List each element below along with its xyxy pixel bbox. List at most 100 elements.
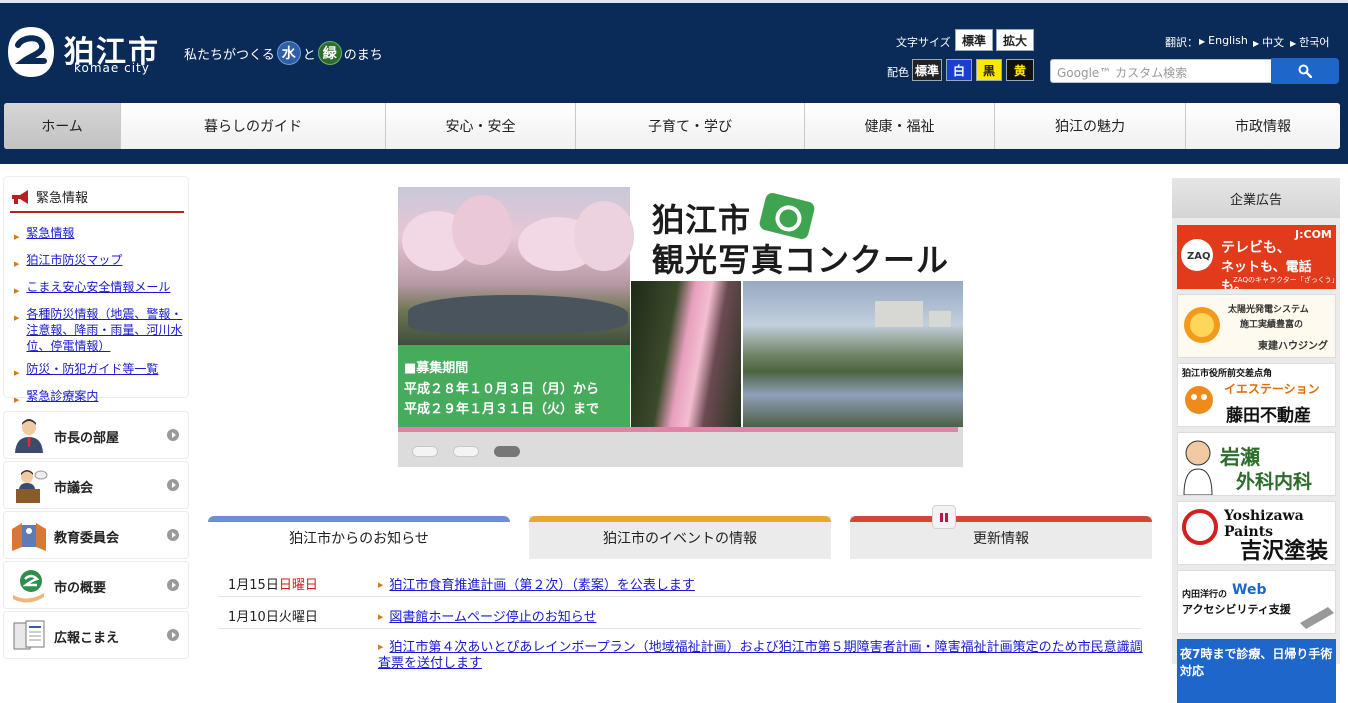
zaq-mascot-icon: ZAQ <box>1181 239 1213 271</box>
emergency-divider <box>10 211 184 213</box>
tab-color-strip <box>208 516 510 522</box>
application-period-panel: ■募集期間 平成２８年１０月３日（月）から 平成２９年１月３１日（火）まで <box>398 345 630 427</box>
table-row: 1月15日日曜日 ▶ 狛江市食育推進計画（第２次）（素案）を公表します <box>218 567 1141 597</box>
newsletter-icon <box>13 620 45 650</box>
arrow-circle-icon <box>167 629 179 641</box>
disaster-map-link[interactable]: 狛江市防災マップ <box>26 252 122 272</box>
table-row: ▶ 狛江市第４次あいとぴあレインボープラン（地域福祉計画）および狛江市第５期障害者… <box>218 631 1143 671</box>
tab-city-notices[interactable]: 狛江市からのお知らせ <box>208 516 510 559</box>
slide-banner-photo-contest[interactable]: ■募集期間 平成２８年１０月３日（月）から 平成２９年１月３１日（火）まで 狛江… <box>398 187 963 427</box>
triangle-right-icon: ▶ <box>1199 37 1206 46</box>
news-link[interactable]: 図書館ホームページ停止のお知らせ <box>389 610 596 625</box>
arrow-right-icon: ▶ <box>378 581 384 589</box>
side-menu-mayor[interactable]: 市長の部屋 <box>4 412 188 458</box>
site-header: 狛江市 komae city 私たちがつくる 水 と 緑 のまち 文字サイズ 標… <box>0 0 1348 164</box>
nav-city-administration[interactable]: 市政情報 <box>1186 103 1340 149</box>
pause-button[interactable] <box>932 505 956 529</box>
global-navigation: ホーム 暮らしのガイド 安心・安全 子育て・学び 健康・福祉 狛江の魅力 市政情… <box>4 103 1340 149</box>
news-item: ▶ 図書館ホームページ停止のお知らせ <box>378 606 1148 625</box>
ad-touken-housing[interactable]: 太陽光発電システム 施工実績豊富の 東建ハウジング <box>1177 294 1336 358</box>
nav-living-guide[interactable]: 暮らしのガイド <box>121 103 386 149</box>
color-black-button[interactable]: 黒 <box>976 59 1002 81</box>
slogan-text-1: 私たちがつくる <box>184 47 275 63</box>
news-link[interactable]: 狛江市食育推進計画（第２次）（素案）を公表します <box>389 578 695 593</box>
news-item: ▶ 狛江市第４次あいとぴあレインボープラン（地域福祉計画）および狛江市第５期障害者… <box>378 639 1148 672</box>
ad-evening-clinic[interactable]: 夜7時まで診療、日帰り手術対応 <box>1177 639 1336 703</box>
nav-childcare-education[interactable]: 子育て・学び <box>576 103 805 149</box>
nav-safety[interactable]: 安心・安全 <box>386 103 576 149</box>
emergency-link[interactable]: 緊急情報 <box>26 225 74 245</box>
corporate-ads: 企業広告 ZAQ J:COM テレビも、 ネットも、電話も。 ZAQのキャラクタ… <box>1172 178 1340 703</box>
news-link[interactable]: 狛江市第４次あいとぴあレインボープラン（地域福祉計画）および狛江市第５期障害者計… <box>378 640 1143 671</box>
nav-home[interactable]: ホーム <box>4 103 121 149</box>
search-input[interactable]: Google™ カスタム検索 <box>1050 59 1272 83</box>
period-end: 平成２９年１月３１日（火）まで <box>404 402 600 417</box>
guide-list-link[interactable]: 防災・防犯ガイド等一覧 <box>26 361 158 381</box>
font-size-large-button[interactable]: 拡大 <box>996 29 1034 51</box>
news-date: 1月15日日曜日 <box>228 578 318 593</box>
arrow-circle-icon <box>167 479 179 491</box>
safety-mail-link[interactable]: こまえ安心安全情報メール <box>26 279 170 299</box>
slide-dot-3[interactable] <box>494 446 520 457</box>
nav-health-welfare[interactable]: 健康・福祉 <box>805 103 995 149</box>
nav-komae-charm[interactable]: 狛江の魅力 <box>995 103 1186 149</box>
ad-iwase-clinic[interactable]: 岩瀬 外科内科 <box>1177 432 1336 496</box>
emergency-clinic-link[interactable]: 緊急診療案内 <box>26 388 98 408</box>
arrow-circle-icon <box>167 579 179 591</box>
arrow-right-icon: ▶ <box>14 314 20 322</box>
list-item: ▶ 各種防災情報（地震、警報・注意報、降雨・雨量、河川水位、停電情報） <box>14 306 184 354</box>
council-speaker-icon <box>16 470 48 503</box>
lang-korean-link[interactable]: ▶ 한국어 <box>1290 34 1330 50</box>
list-item: ▶ 防災・防犯ガイド等一覧 <box>14 361 184 381</box>
ads-heading: 企業広告 <box>1172 178 1340 218</box>
ad-uchida-yoko[interactable]: 内田洋行の Web アクセシビリティ支援 <box>1177 570 1336 634</box>
keyboard-hand-icon <box>1300 607 1334 629</box>
slide-dot-2[interactable] <box>453 446 479 457</box>
arrow-right-icon: ▶ <box>14 287 20 295</box>
arrow-right-icon: ▶ <box>378 613 384 621</box>
tab-updates[interactable]: 更新情報 <box>850 516 1152 559</box>
disaster-info-link[interactable]: 各種防災情報（地震、警報・注意報、降雨・雨量、河川水位、停電情報） <box>26 306 184 354</box>
education-board-icon <box>12 523 46 551</box>
news-list: 1月15日日曜日 ▶ 狛江市食育推進計画（第２次）（素案）を公表します 1月10日… <box>208 559 1152 671</box>
sun-logo-icon <box>1184 307 1220 343</box>
triangle-right-icon: ▶ <box>1290 39 1297 48</box>
arrow-circle-icon <box>167 529 179 541</box>
list-item: ▶ 緊急情報 <box>14 225 184 245</box>
list-item: ▶ 狛江市防災マップ <box>14 252 184 272</box>
color-standard-button[interactable]: 標準 <box>912 59 942 81</box>
slide-dot-1[interactable] <box>412 446 438 457</box>
list-item: ▶ 緊急診療案内 <box>14 388 184 408</box>
search-button[interactable] <box>1271 58 1339 84</box>
megaphone-icon <box>12 189 28 204</box>
color-yellow-button[interactable]: 黄 <box>1006 59 1034 81</box>
slideshow: ■募集期間 平成２８年１０月３日（月）から 平成２９年１月３１日（火）まで 狛江… <box>398 187 963 467</box>
emergency-info-heading: 緊急情報 <box>10 187 88 206</box>
yoshizawa-logo-icon <box>1180 509 1222 561</box>
side-menu-koho-komae[interactable]: 広報こまえ <box>4 612 188 658</box>
side-menu-education-board[interactable]: 教育委員会 <box>4 512 188 558</box>
mascot-character-icon <box>1185 386 1213 414</box>
side-menu-city-council[interactable]: 市議会 <box>4 462 188 508</box>
tab-color-strip <box>529 516 831 522</box>
lang-english-link[interactable]: ▶ English <box>1199 34 1248 47</box>
mayor-icon <box>15 419 43 453</box>
slogan-green-badge: 緑 <box>317 41 342 65</box>
ad-fujita-real-estate[interactable]: 狛江市役所前交差点角 イエステーション 藤田不動産 <box>1177 363 1336 427</box>
color-white-button[interactable]: 白 <box>946 59 972 81</box>
city-name-romaji: komae city <box>74 61 150 75</box>
camera-icon <box>758 191 816 241</box>
side-menu-city-overview[interactable]: 市の概要 <box>4 562 188 608</box>
arrow-right-icon: ▶ <box>14 260 20 268</box>
ad-jcom[interactable]: ZAQ J:COM テレビも、 ネットも、電話も。 ZAQのキャラクター「ざっく… <box>1177 225 1336 289</box>
font-size-standard-button[interactable]: 標準 <box>955 29 993 51</box>
period-title: ■募集期間 <box>404 361 469 376</box>
lang-chinese-link[interactable]: ▶ 中文 <box>1253 34 1284 50</box>
pause-icon-bar <box>945 512 948 522</box>
ad-yoshizawa-paints[interactable]: Yoshizawa Paints 吉沢塗装 <box>1177 501 1336 565</box>
color-scheme-label: 配色 <box>887 66 909 79</box>
flower-path-photo <box>631 281 741 427</box>
komae-city-logo-icon[interactable] <box>6 25 56 79</box>
list-item: ▶ こまえ安心安全情報メール <box>14 279 184 299</box>
tab-city-events[interactable]: 狛江市のイベントの情報 <box>529 516 831 559</box>
